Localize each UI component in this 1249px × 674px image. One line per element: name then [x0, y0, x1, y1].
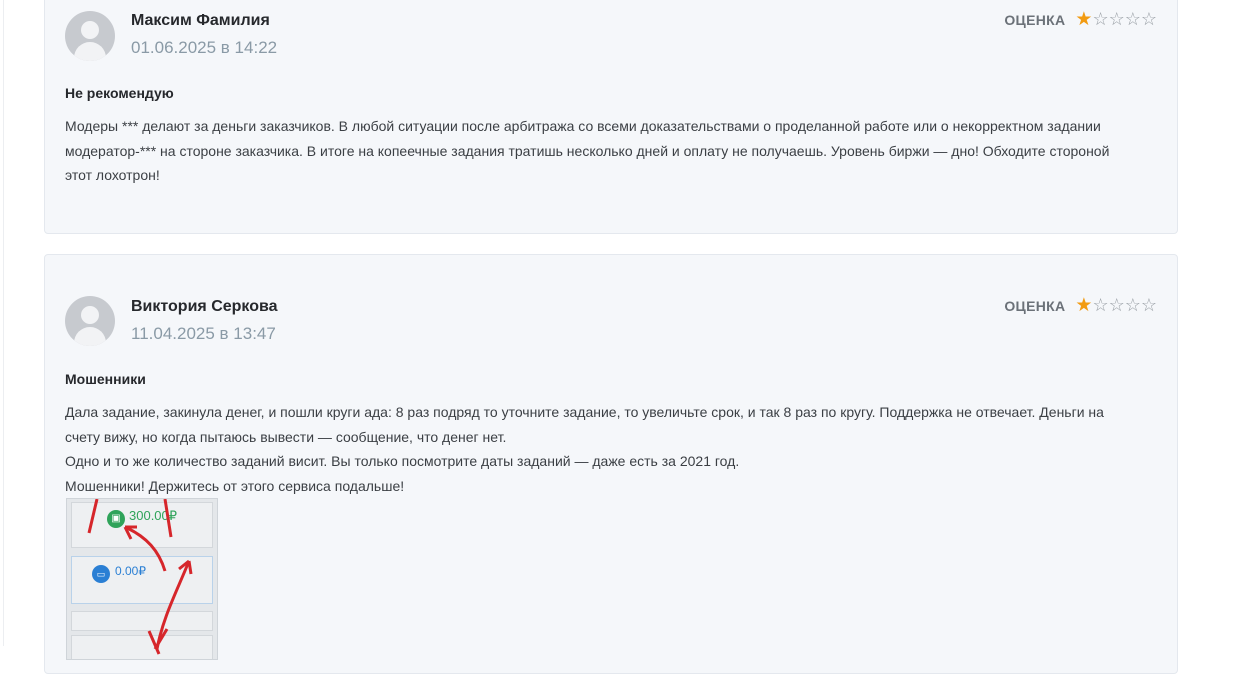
- star-empty-icon: ☆: [1092, 295, 1109, 315]
- review-card: Виктория Серкова 11.04.2025 в 13:47 ОЦЕН…: [44, 254, 1178, 674]
- review-paragraph: Одно и то же количество заданий висит. В…: [65, 453, 740, 469]
- star-filled-icon: ★: [1075, 295, 1093, 316]
- review-paragraph: Дала задание, закинула денег, и пошли кр…: [65, 404, 1104, 445]
- rating-stars: ★☆☆☆☆: [1075, 10, 1157, 30]
- star-empty-icon: ☆: [1108, 9, 1125, 29]
- star-empty-icon: ☆: [1140, 9, 1157, 29]
- star-empty-icon: ☆: [1124, 295, 1141, 315]
- review-paragraph: Мошенники! Держитесь от этого сервиса по…: [65, 477, 405, 494]
- rating-stars: ★☆☆☆☆: [1075, 296, 1157, 316]
- review-date: 01.06.2025 в 14:22: [131, 38, 278, 57]
- review-attachment-image[interactable]: ▣ 300.00₽ ▭ 0.00₽: [66, 498, 218, 660]
- star-empty-icon: ☆: [1108, 295, 1125, 315]
- rating-label: ОЦЕНКА: [1004, 298, 1066, 314]
- rating-label: ОЦЕНКА: [1004, 12, 1066, 28]
- review-text: Дала задание, закинула денег, и пошли кр…: [65, 400, 1135, 498]
- star-filled-icon: ★: [1075, 9, 1093, 30]
- review-card: Максим Фамилия 01.06.2025 в 14:22 ОЦЕНКА…: [44, 0, 1178, 234]
- review-author: Максим Фамилия: [131, 12, 270, 29]
- review-text: Модеры *** делают за деньги заказчиков. …: [65, 118, 1110, 183]
- star-empty-icon: ☆: [1124, 9, 1141, 29]
- review-rating: ОЦЕНКА ★☆☆☆☆: [1004, 10, 1157, 30]
- red-arrow-annotation: [87, 499, 193, 655]
- review-title: Мошенники: [65, 371, 146, 387]
- user-avatar-icon: [65, 296, 115, 346]
- page-left-border: [3, 0, 4, 646]
- review-title: Не рекомендую: [65, 85, 174, 101]
- review-date: 11.04.2025 в 13:47: [131, 324, 276, 343]
- review-author: Виктория Серкова: [131, 298, 278, 315]
- star-empty-icon: ☆: [1092, 9, 1109, 29]
- review-rating: ОЦЕНКА ★☆☆☆☆: [1004, 296, 1157, 316]
- user-avatar-icon: [65, 11, 115, 61]
- star-empty-icon: ☆: [1140, 295, 1157, 315]
